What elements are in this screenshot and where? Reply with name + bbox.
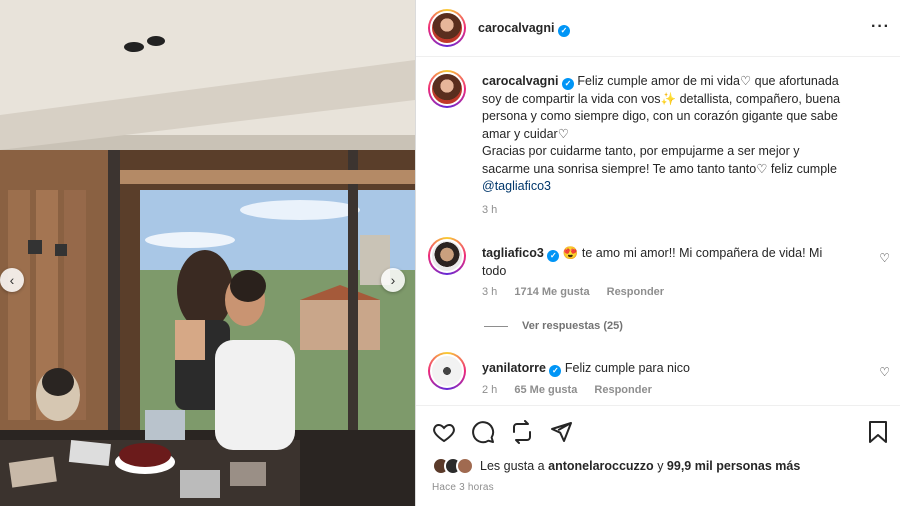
avatar[interactable]: [428, 352, 466, 390]
caption-line: persona y como siempre digo, con un cora…: [482, 109, 838, 123]
header-username[interactable]: carocalvagni: [478, 21, 554, 35]
comment-text: Feliz cumple para nico: [564, 361, 690, 375]
reply-button[interactable]: Responder: [607, 286, 664, 298]
share-icon[interactable]: [510, 420, 534, 444]
comment-emoji: 😍: [562, 246, 579, 260]
caption-line: Gracias por cuidarme tanto, por empujarm…: [482, 144, 800, 158]
caption-mention[interactable]: @tagliafico3: [482, 178, 882, 196]
caption-time[interactable]: 3 h: [482, 202, 882, 220]
caption-text: Feliz cumple amor de mi vida♡ que afortu…: [577, 74, 839, 88]
post-caption: carocalvagni ✓ Feliz cumple amor de mi v…: [482, 73, 882, 219]
comment: yanilatorre ✓ Feliz cumple para nico: [482, 359, 872, 377]
likes-liker[interactable]: antonelaroccuzzo: [548, 459, 654, 473]
comment-meta: 3 h 1714 Me gusta Responder: [482, 286, 678, 298]
comment-meta: 2 h 65 Me gusta Responder: [482, 384, 666, 396]
comment-text: te amo mi amor!! Mi compañera de vida! M…: [581, 246, 823, 260]
avatar[interactable]: [428, 70, 466, 108]
post-header: carocalvagni ✓ ···: [416, 0, 900, 57]
caption-line: sacarme una sonrisa siempre! Te amo tant…: [482, 161, 837, 176]
likes-prefix: Les gusta a: [480, 459, 545, 473]
comment-username[interactable]: yanilatorre: [482, 361, 546, 375]
chevron-left-icon[interactable]: ‹: [0, 268, 24, 292]
comment-username[interactable]: tagliafico3: [482, 246, 544, 260]
avatar[interactable]: [428, 9, 466, 47]
heart-icon[interactable]: [432, 420, 456, 444]
comment-time[interactable]: 3 h: [482, 286, 497, 298]
reply-button[interactable]: Responder: [594, 384, 651, 396]
caption-line: carocalvagni ✓ Feliz cumple amor de mi v…: [482, 73, 882, 91]
more-options-icon[interactable]: ···: [871, 18, 890, 36]
post-sidebar: carocalvagni ✓ ··· carocalvagni ✓ Feliz …: [416, 0, 900, 506]
liker-avatar: [456, 457, 474, 475]
replies-line: [484, 325, 508, 327]
comment-icon[interactable]: [471, 420, 495, 444]
caption-username[interactable]: carocalvagni: [482, 74, 558, 88]
likes-summary[interactable]: Les gusta a antonelaroccuzzo y 99,9 mil …: [432, 457, 800, 475]
send-icon[interactable]: [549, 420, 573, 444]
post-photo: ‹ ›: [0, 0, 415, 506]
verified-icon: ✓: [561, 78, 574, 90]
bookmark-icon[interactable]: [867, 420, 889, 444]
comment-time[interactable]: 2 h: [482, 384, 497, 396]
chevron-right-icon[interactable]: ›: [381, 268, 405, 292]
caption-line: soy de compartir la vida con vos✨ detall…: [482, 91, 841, 106]
comment: tagliafico3 ✓ 😍 te amo mi amor!! Mi comp…: [482, 244, 872, 280]
photo-illustration: [0, 0, 415, 506]
likes-connector: y: [657, 459, 664, 473]
avatar[interactable]: [428, 237, 466, 275]
comment-heart-icon[interactable]: ♡: [879, 251, 890, 265]
comment-heart-icon[interactable]: ♡: [879, 365, 890, 379]
caption-line: amar y cuidar♡: [482, 126, 569, 141]
view-replies-label: Ver respuestas (25): [522, 320, 623, 332]
verified-icon: ✓: [549, 365, 562, 377]
view-replies-button[interactable]: Ver respuestas (25): [484, 320, 623, 332]
comment-likes[interactable]: 65 Me gusta: [514, 384, 577, 396]
likes-text: Les gusta a antonelaroccuzzo y 99,9 mil …: [480, 459, 800, 473]
verified-icon: ✓: [557, 25, 570, 37]
likes-rest[interactable]: 99,9 mil personas más: [667, 459, 800, 473]
comment-likes[interactable]: 1714 Me gusta: [514, 286, 589, 298]
verified-icon: ✓: [547, 250, 560, 262]
posted-time[interactable]: Hace 3 horas: [432, 482, 494, 493]
comment-text: todo: [482, 264, 507, 278]
